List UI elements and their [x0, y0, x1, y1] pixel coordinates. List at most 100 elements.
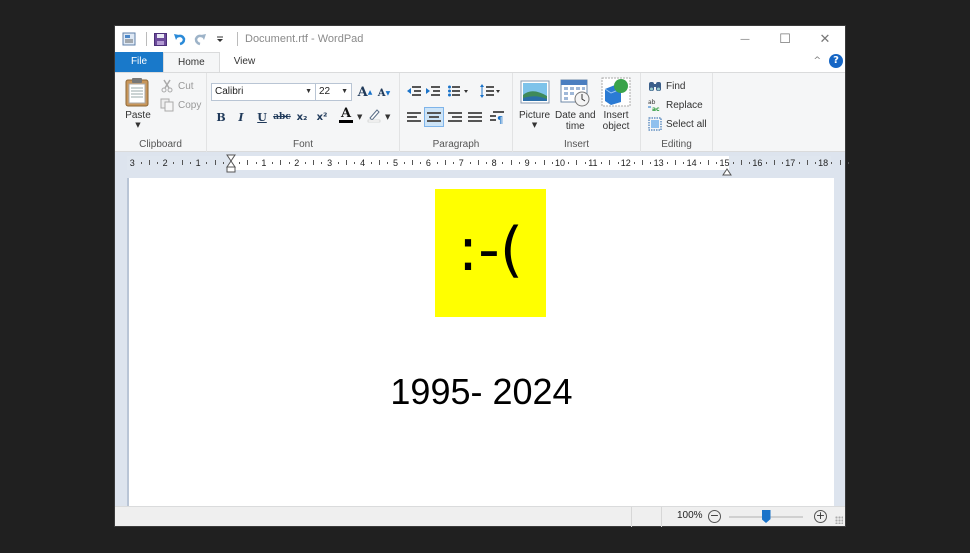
- status-divider: [631, 507, 632, 527]
- ruler-tick: [181, 160, 183, 165]
- insert-object-icon: [601, 77, 631, 107]
- superscript-button[interactable]: x²: [313, 108, 331, 126]
- redo-icon[interactable]: [192, 31, 208, 47]
- subscript-button[interactable]: x₂: [293, 108, 311, 126]
- grow-font-icon: A: [357, 84, 368, 100]
- collapse-ribbon-button[interactable]: ^: [813, 56, 821, 66]
- ruler-tick: [469, 162, 471, 164]
- help-button[interactable]: ?: [829, 54, 843, 68]
- ruler-label: 12: [620, 158, 631, 168]
- select-all-button[interactable]: Select all: [647, 115, 707, 133]
- font-size-dropdown[interactable]: 22 ▼: [315, 83, 352, 101]
- ruler-label: 13: [653, 158, 664, 168]
- close-button[interactable]: ✕: [805, 26, 845, 52]
- highlight-color-button[interactable]: [365, 108, 383, 126]
- ruler-bar: 3 2 1 1 2 3 4 5 6 7 8 9 10 11 12 13 14 15 16 17 18: [115, 152, 849, 176]
- scissors-icon: [159, 78, 175, 94]
- ruler-tick: [601, 162, 603, 164]
- bold-button[interactable]: B: [212, 108, 230, 126]
- ruler-tick: [740, 160, 742, 165]
- paragraph-group: ¶ Paragraph: [400, 73, 513, 152]
- copy-button[interactable]: Copy: [159, 96, 201, 114]
- document-page[interactable]: :-( 1995- 2024: [127, 178, 834, 506]
- paragraph-icon: ¶: [490, 111, 504, 124]
- bullet-list-icon: [448, 85, 468, 97]
- ruler-tick: [247, 160, 249, 165]
- ruler-tick: [666, 162, 668, 164]
- vertical-scrollbar[interactable]: [834, 176, 845, 506]
- insert-object-button[interactable]: Insert object: [601, 77, 631, 132]
- find-button[interactable]: Find: [647, 77, 685, 95]
- customize-dropdown-icon[interactable]: [212, 31, 228, 47]
- ruler-label: 9: [524, 158, 530, 168]
- ruler-label: 4: [360, 158, 366, 168]
- ruler-tick: [239, 162, 241, 164]
- shrink-font-icon: A: [377, 87, 386, 99]
- bullets-button[interactable]: [446, 82, 472, 100]
- align-center-button[interactable]: [424, 107, 444, 127]
- ruler-tick: [280, 160, 282, 165]
- undo-icon[interactable]: [172, 31, 188, 47]
- grow-font-button[interactable]: A ▲: [356, 83, 374, 101]
- align-right-icon: [448, 112, 462, 122]
- resize-grip[interactable]: [835, 516, 843, 524]
- paragraph-settings-button[interactable]: ¶: [488, 108, 506, 126]
- font-color-dropdown-icon[interactable]: ▼: [357, 113, 362, 121]
- zoom-out-button[interactable]: −: [708, 510, 721, 523]
- ruler[interactable]: 3 2 1 1 2 3 4 5 6 7 8 9 10 11 12 13 14 15 16 17 18: [127, 154, 849, 176]
- cut-button[interactable]: Cut: [159, 77, 194, 95]
- italic-button[interactable]: I: [232, 108, 250, 126]
- font-color-button[interactable]: A: [337, 106, 355, 124]
- ruler-tick: [551, 162, 553, 164]
- decrease-indent-icon: [407, 86, 421, 96]
- ruler-tick: [272, 162, 274, 164]
- ruler-tick: [839, 160, 841, 165]
- ruler-tick: [518, 162, 520, 164]
- highlight-dropdown-icon[interactable]: ▼: [385, 113, 390, 121]
- align-left-button[interactable]: [405, 108, 423, 126]
- ruler-tick: [576, 160, 578, 165]
- sad-emoticon-text: :-(: [457, 215, 524, 285]
- ruler-tick: [140, 162, 142, 164]
- window-title: Document.rtf - WordPad: [245, 33, 364, 45]
- copy-label: Copy: [178, 99, 202, 111]
- paste-button[interactable]: Paste ▼: [123, 77, 153, 129]
- save-icon[interactable]: [152, 31, 168, 47]
- strikethrough-button[interactable]: abc: [273, 108, 291, 126]
- copy-icon: [159, 97, 175, 113]
- font-family-dropdown[interactable]: Calibri ▼: [211, 83, 316, 101]
- replace-button[interactable]: ab ac Replace: [647, 96, 703, 114]
- picture-label: Picture: [519, 110, 551, 121]
- tab-file[interactable]: File: [115, 52, 163, 72]
- cut-label: Cut: [178, 80, 194, 92]
- picture-button[interactable]: Picture ▼: [519, 77, 550, 129]
- ruler-label: 1: [195, 158, 201, 168]
- underline-button[interactable]: U: [253, 108, 271, 126]
- date-time-label-line2: time: [565, 121, 585, 132]
- tab-view[interactable]: View: [220, 52, 270, 72]
- tab-home[interactable]: Home: [163, 52, 220, 73]
- ruler-label: 10: [554, 158, 566, 168]
- increase-indent-button[interactable]: [424, 82, 442, 100]
- date-time-button[interactable]: Date and time: [555, 77, 596, 132]
- sad-emoticon-box: :-(: [435, 189, 546, 317]
- picture-dropdown-icon[interactable]: ▼: [532, 121, 537, 129]
- minimize-button[interactable]: —: [725, 26, 765, 52]
- zoom-slider-thumb[interactable]: [761, 510, 771, 523]
- ruler-tick: [502, 162, 504, 164]
- ruler-tick: [173, 162, 175, 164]
- zoom-in-button[interactable]: +: [814, 510, 827, 523]
- wordpad-app-icon[interactable]: [121, 31, 137, 47]
- select-all-label: Select all: [666, 118, 707, 130]
- shrink-font-button[interactable]: A ▼: [375, 84, 393, 102]
- calendar-clock-icon: [560, 77, 590, 107]
- ruler-tick: [609, 160, 611, 165]
- paste-dropdown-icon[interactable]: ▼: [135, 121, 140, 129]
- left-indent-marker[interactable]: [226, 154, 236, 178]
- maximize-button[interactable]: ☐: [765, 26, 805, 52]
- decrease-indent-button[interactable]: [405, 82, 423, 100]
- align-right-button[interactable]: [446, 108, 464, 126]
- line-spacing-button[interactable]: [478, 82, 504, 100]
- quick-access-toolbar: [115, 26, 243, 52]
- justify-button[interactable]: [466, 108, 484, 126]
